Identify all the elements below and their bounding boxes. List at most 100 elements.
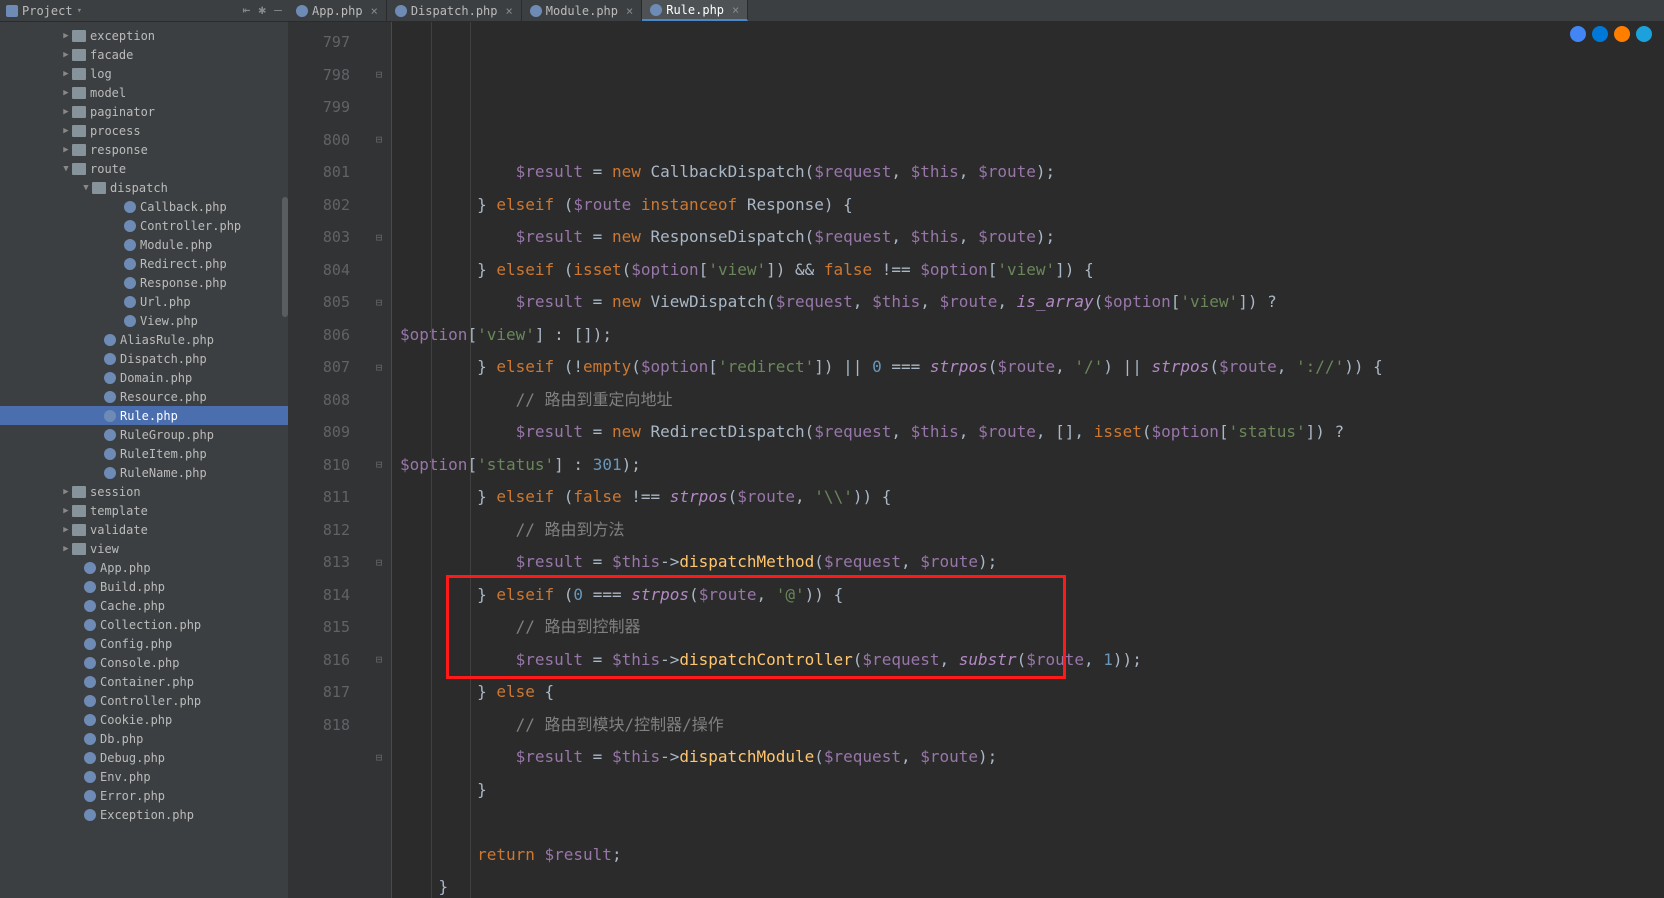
tree-item[interactable]: Env.php — [0, 767, 288, 786]
tree-item[interactable]: ▶process — [0, 121, 288, 140]
code-line[interactable]: $result = $this->dispatchController($req… — [400, 644, 1656, 677]
tree-item[interactable]: Container.php — [0, 672, 288, 691]
close-icon[interactable]: × — [732, 3, 739, 17]
editor-tab[interactable]: Rule.php× — [642, 0, 748, 21]
tree-arrow-icon[interactable]: ▶ — [60, 31, 72, 41]
tree-item[interactable]: Domain.php — [0, 368, 288, 387]
fold-marker-icon[interactable]: ⊟ — [372, 360, 386, 374]
tree-item[interactable]: Exception.php — [0, 805, 288, 824]
tree-item[interactable]: ▶view — [0, 539, 288, 558]
code-line[interactable]: $result = $this->dispatchMethod($request… — [400, 546, 1656, 579]
code-line[interactable]: $result = $this->dispatchModule($request… — [400, 741, 1656, 774]
tree-item[interactable]: AliasRule.php — [0, 330, 288, 349]
tree-item[interactable]: Config.php — [0, 634, 288, 653]
tree-arrow-icon[interactable]: ▶ — [60, 50, 72, 60]
tree-item[interactable]: Url.php — [0, 292, 288, 311]
tree-item[interactable]: App.php — [0, 558, 288, 577]
tree-item[interactable]: Response.php — [0, 273, 288, 292]
code-line[interactable]: $result = new ResponseDispatch($request,… — [400, 221, 1656, 254]
code-line[interactable]: } elseif (isset($option['view']) && fals… — [400, 254, 1656, 287]
settings-icon[interactable]: ✱ — [258, 3, 266, 18]
tree-item[interactable]: Callback.php — [0, 197, 288, 216]
tree-arrow-icon[interactable]: ▶ — [60, 544, 72, 554]
code-line[interactable] — [400, 806, 1656, 839]
tree-item[interactable]: Debug.php — [0, 748, 288, 767]
tree-item[interactable]: ▶model — [0, 83, 288, 102]
code-line[interactable]: $option['status'] : 301); — [400, 449, 1656, 482]
fold-marker-icon[interactable]: ⊟ — [372, 555, 386, 569]
fold-marker-icon[interactable]: ⊟ — [372, 133, 386, 147]
tree-arrow-icon[interactable]: ▶ — [60, 88, 72, 98]
fold-marker-icon[interactable]: ⊟ — [372, 653, 386, 667]
browser-icon[interactable] — [1614, 26, 1630, 42]
tree-item[interactable]: Dispatch.php — [0, 349, 288, 368]
tree-item[interactable]: Collection.php — [0, 615, 288, 634]
fold-gutter[interactable]: ⊟⊟⊟⊟⊟⊟⊟⊟⊟ — [368, 22, 392, 898]
tree-item[interactable]: Cookie.php — [0, 710, 288, 729]
code-line[interactable]: $result = new ViewDispatch($request, $th… — [400, 286, 1656, 319]
tree-arrow-icon[interactable]: ▶ — [60, 525, 72, 535]
collapse-icon[interactable]: ⇤ — [243, 3, 251, 18]
code-line[interactable]: } — [400, 871, 1656, 898]
tree-item[interactable]: ▶validate — [0, 520, 288, 539]
tree-item[interactable]: Error.php — [0, 786, 288, 805]
tree-arrow-icon[interactable]: ▼ — [60, 164, 72, 174]
tree-arrow-icon[interactable]: ▶ — [60, 506, 72, 516]
tree-item[interactable]: Console.php — [0, 653, 288, 672]
hide-icon[interactable]: — — [274, 3, 282, 18]
tree-item[interactable]: ▶exception — [0, 26, 288, 45]
code-line[interactable]: } elseif ($route instanceof Response) { — [400, 189, 1656, 222]
code-line[interactable]: $result = new CallbackDispatch($request,… — [400, 156, 1656, 189]
browser-icon[interactable] — [1570, 26, 1586, 42]
tree-item[interactable]: Controller.php — [0, 216, 288, 235]
browser-icon[interactable] — [1592, 26, 1608, 42]
tree-item[interactable]: ▶log — [0, 64, 288, 83]
code-line[interactable]: // 路由到方法 — [400, 514, 1656, 547]
code-line[interactable]: return $result; — [400, 839, 1656, 872]
tree-item[interactable]: ▶response — [0, 140, 288, 159]
code-line[interactable]: // 路由到重定向地址 — [400, 384, 1656, 417]
editor-tab[interactable]: Dispatch.php× — [387, 0, 522, 21]
tree-item[interactable]: ▼dispatch — [0, 178, 288, 197]
editor-tab[interactable]: App.php× — [288, 0, 387, 21]
tree-item[interactable]: Resource.php — [0, 387, 288, 406]
tree-item[interactable]: ▶template — [0, 501, 288, 520]
tree-item[interactable]: RuleName.php — [0, 463, 288, 482]
tree-item[interactable]: ▶facade — [0, 45, 288, 64]
tree-arrow-icon[interactable]: ▶ — [60, 487, 72, 497]
tree-item[interactable]: Redirect.php — [0, 254, 288, 273]
tree-item[interactable]: ▶session — [0, 482, 288, 501]
code-content[interactable]: $result = new CallbackDispatch($request,… — [392, 22, 1664, 898]
tree-arrow-icon[interactable]: ▶ — [60, 107, 72, 117]
fold-marker-icon[interactable]: ⊟ — [372, 458, 386, 472]
project-tree[interactable]: ▶exception▶facade▶log▶model▶paginator▶pr… — [0, 22, 288, 898]
code-line[interactable]: } else { — [400, 676, 1656, 709]
tree-item[interactable]: View.php — [0, 311, 288, 330]
tree-item[interactable]: Rule.php — [0, 406, 288, 425]
close-icon[interactable]: × — [506, 4, 513, 18]
tree-item[interactable]: Module.php — [0, 235, 288, 254]
tree-item[interactable]: RuleGroup.php — [0, 425, 288, 444]
tree-arrow-icon[interactable]: ▶ — [60, 145, 72, 155]
code-line[interactable]: // 路由到控制器 — [400, 611, 1656, 644]
editor-tab[interactable]: Module.php× — [522, 0, 642, 21]
code-line[interactable]: } elseif (false !== strpos($route, '\\')… — [400, 481, 1656, 514]
fold-marker-icon[interactable]: ⊟ — [372, 68, 386, 82]
code-line[interactable]: } — [400, 774, 1656, 807]
tree-item[interactable]: ▶paginator — [0, 102, 288, 121]
tree-arrow-icon[interactable]: ▼ — [80, 183, 92, 193]
close-icon[interactable]: × — [371, 4, 378, 18]
code-line[interactable]: // 路由到模块/控制器/操作 — [400, 709, 1656, 742]
code-line[interactable]: $option['view'] : []); — [400, 319, 1656, 352]
code-line[interactable]: $result = new RedirectDispatch($request,… — [400, 416, 1656, 449]
tree-item[interactable]: Db.php — [0, 729, 288, 748]
sidebar-title[interactable]: Project ▾ — [6, 4, 82, 18]
tree-item[interactable]: RuleItem.php — [0, 444, 288, 463]
tree-arrow-icon[interactable]: ▶ — [60, 126, 72, 136]
close-icon[interactable]: × — [626, 4, 633, 18]
fold-marker-icon[interactable]: ⊟ — [372, 750, 386, 764]
tree-item[interactable]: Controller.php — [0, 691, 288, 710]
tree-item[interactable]: ▼route — [0, 159, 288, 178]
fold-marker-icon[interactable]: ⊟ — [372, 230, 386, 244]
tree-arrow-icon[interactable]: ▶ — [60, 69, 72, 79]
